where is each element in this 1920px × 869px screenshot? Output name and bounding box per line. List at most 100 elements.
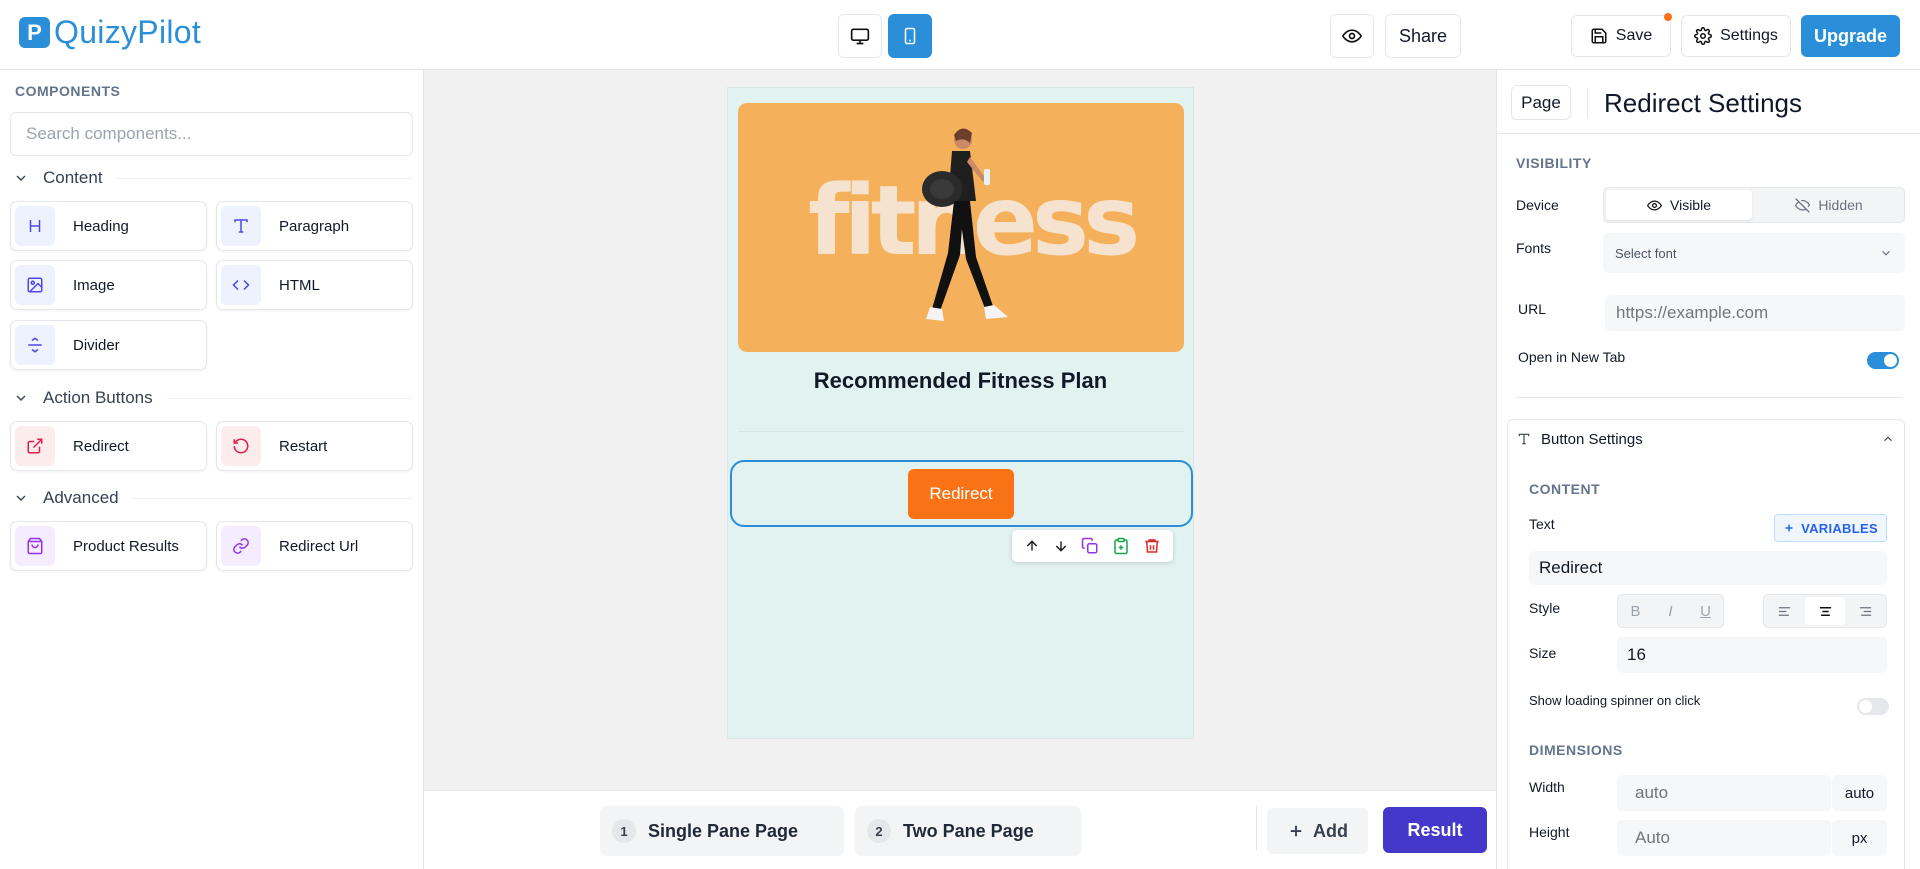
page-button[interactable]: Page — [1511, 85, 1571, 120]
align-left-icon[interactable] — [1764, 595, 1805, 627]
arrow-up-icon[interactable] — [1024, 538, 1040, 554]
spinner-toggle[interactable] — [1857, 698, 1889, 715]
logo[interactable]: P QuizyPilot — [19, 14, 201, 51]
button-settings-header[interactable]: Button Settings — [1507, 419, 1905, 459]
result-button[interactable]: Result — [1383, 807, 1487, 853]
section-label: Action Buttons — [43, 388, 153, 407]
align-center-icon[interactable] — [1804, 597, 1846, 625]
font-select[interactable]: Select font — [1603, 233, 1905, 273]
settings-button[interactable]: Settings — [1681, 15, 1791, 57]
trash-icon[interactable] — [1143, 537, 1161, 555]
component-heading[interactable]: Heading — [10, 201, 207, 251]
height-label: Height — [1529, 824, 1570, 840]
arrow-down-icon[interactable] — [1053, 538, 1069, 554]
hidden-option[interactable]: Hidden — [1756, 190, 1902, 220]
page-tab-1[interactable]: 1 Single Pane Page — [600, 806, 844, 856]
component-label: Divider — [73, 336, 120, 354]
section-label: Advanced — [43, 488, 119, 507]
component-redirect-url[interactable]: Redirect Url — [216, 521, 413, 571]
page-tab-2[interactable]: 2 Two Pane Page — [855, 806, 1081, 856]
font-size-input[interactable]: 16 — [1617, 637, 1887, 673]
visible-label: Visible — [1670, 197, 1711, 213]
underline-button[interactable]: U — [1688, 595, 1723, 627]
url-label: URL — [1518, 301, 1547, 317]
eye-icon — [1342, 26, 1362, 46]
component-paragraph[interactable]: Paragraph — [216, 201, 413, 251]
component-redirect[interactable]: Redirect — [10, 421, 207, 471]
chevron-down-icon — [13, 170, 29, 186]
save-label: Save — [1615, 27, 1653, 44]
new-tab-toggle[interactable] — [1867, 352, 1899, 369]
chevron-up-icon — [1881, 432, 1895, 446]
panel-divider — [1516, 397, 1902, 398]
visibility-caption: VISIBILITY — [1516, 155, 1592, 171]
section-divider — [132, 497, 413, 499]
url-input[interactable] — [1605, 295, 1905, 331]
device-visibility-toggle: Visible Hidden — [1603, 187, 1905, 223]
element-toolbar — [1012, 530, 1173, 562]
width-label: Width — [1529, 779, 1565, 795]
preview-button[interactable] — [1330, 14, 1374, 58]
size-label: Size — [1529, 645, 1557, 661]
image-icon — [15, 265, 55, 305]
width-unit-select[interactable]: auto — [1832, 775, 1887, 811]
eye-off-icon — [1795, 197, 1811, 213]
font-select-value: Select font — [1615, 245, 1677, 261]
variables-button[interactable]: VARIABLES — [1774, 514, 1887, 542]
page-label: Single Pane Page — [648, 820, 799, 841]
hidden-label: Hidden — [1818, 197, 1863, 213]
section-action-buttons[interactable]: Action Buttons — [13, 388, 413, 408]
chevron-down-icon — [13, 490, 29, 506]
width-input[interactable] — [1617, 775, 1831, 811]
section-content[interactable]: Content — [13, 168, 413, 188]
logo-mark: P — [19, 17, 50, 48]
top-bar: P QuizyPilot Share Save Settings Upgrade — [0, 0, 1920, 70]
component-label: Redirect Url — [279, 537, 359, 555]
save-button[interactable]: Save — [1571, 15, 1671, 57]
desktop-view-button[interactable] — [838, 14, 882, 58]
component-image[interactable]: Image — [10, 260, 207, 310]
upgrade-button[interactable]: Upgrade — [1801, 15, 1900, 57]
external-link-icon — [15, 426, 55, 466]
button-settings-label: Button Settings — [1541, 430, 1643, 448]
chevron-down-icon — [13, 390, 29, 406]
save-icon — [1590, 27, 1608, 45]
align-right-icon[interactable] — [1845, 595, 1886, 627]
text-label: Text — [1529, 516, 1555, 532]
search-components-input[interactable] — [10, 112, 413, 156]
section-advanced[interactable]: Advanced — [13, 488, 413, 508]
canvas-divider — [738, 431, 1184, 432]
mobile-view-button[interactable] — [888, 14, 932, 58]
visible-option[interactable]: Visible — [1606, 190, 1752, 220]
variables-label: VARIABLES — [1801, 520, 1878, 536]
device-label: Device — [1516, 197, 1559, 213]
height-unit-select[interactable]: px — [1832, 820, 1887, 856]
fonts-label: Fonts — [1516, 240, 1552, 256]
section-divider — [166, 397, 413, 399]
fitness-hero-image[interactable]: fitness — [738, 103, 1184, 352]
italic-button[interactable]: I — [1653, 595, 1688, 627]
component-label: Heading — [73, 217, 129, 235]
button-text-input[interactable]: Redirect — [1529, 551, 1887, 585]
plus-icon — [1783, 522, 1795, 534]
copy-icon[interactable] — [1081, 537, 1099, 555]
type-icon — [1517, 432, 1531, 446]
plus-icon — [1287, 822, 1305, 840]
settings-label: Settings — [1720, 27, 1778, 44]
component-restart[interactable]: Restart — [216, 421, 413, 471]
component-product-results[interactable]: Product Results — [10, 521, 207, 571]
page-number: 2 — [867, 819, 891, 843]
text-align-group — [1763, 594, 1887, 628]
content-caption: CONTENT — [1529, 481, 1601, 497]
share-button[interactable]: Share — [1385, 14, 1461, 58]
component-divider[interactable]: Divider — [10, 320, 207, 370]
height-input[interactable] — [1617, 820, 1831, 856]
component-html[interactable]: HTML — [216, 260, 413, 310]
type-icon — [221, 206, 261, 246]
redirect-button[interactable]: Redirect — [908, 469, 1014, 519]
plan-heading[interactable]: Recommended Fitness Plan — [727, 368, 1194, 394]
paste-icon[interactable] — [1112, 537, 1130, 555]
bold-button[interactable]: B — [1618, 595, 1653, 627]
panel-header: Page Redirect Settings — [1497, 70, 1920, 134]
add-page-button[interactable]: Add — [1267, 808, 1368, 854]
